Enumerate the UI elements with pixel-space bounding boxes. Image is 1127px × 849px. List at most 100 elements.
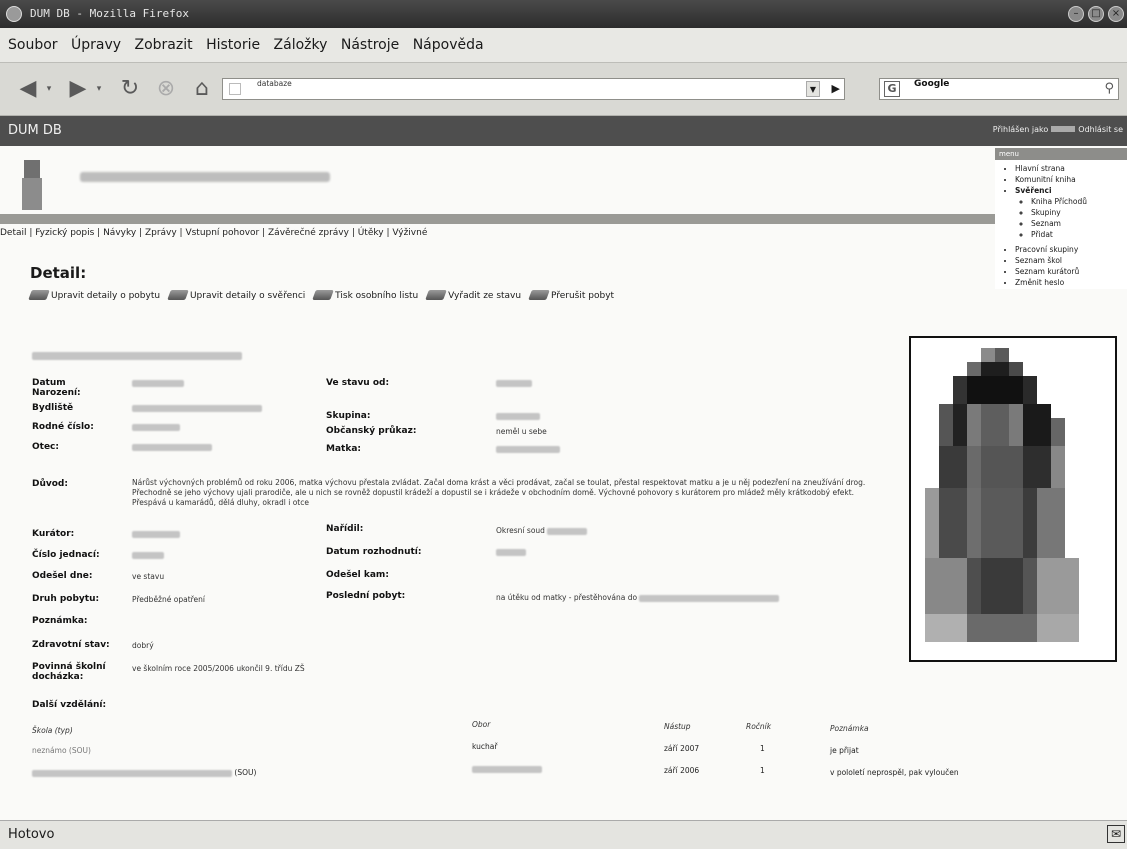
menu-item-seznam-skol[interactable]: Seznam škol: [1015, 256, 1127, 265]
label-matka: Matka:: [326, 444, 361, 454]
label-posledni-pobyt: Poslední pobyt:: [326, 591, 406, 601]
label-obcansky: Občanský průkaz:: [326, 426, 417, 436]
url-text[interactable]: databaze: [257, 79, 292, 89]
menu-nastroje[interactable]: Nástroje: [341, 37, 399, 53]
pencil-icon: [528, 290, 550, 300]
close-icon[interactable]: ×: [1108, 6, 1124, 22]
back-icon[interactable]: ◀: [14, 77, 42, 101]
search-icon[interactable]: ⚲: [1104, 79, 1114, 99]
edit-stay-button[interactable]: Upravit detaily o pobytu: [28, 290, 160, 301]
menu-item-pridat[interactable]: Přidat: [1031, 230, 1127, 239]
app-name[interactable]: DUM DB: [8, 123, 62, 138]
label-skupina: Skupina:: [326, 411, 371, 421]
page-title: Detail:: [30, 264, 87, 282]
menu-historie[interactable]: Historie: [206, 37, 260, 53]
tab-navigation[interactable]: Detail | Fyzický popis | Návyky | Zprávy…: [0, 228, 427, 238]
page-favicon: [229, 83, 241, 95]
header-band: [0, 214, 1127, 224]
value-obcansky: neměl u sebe: [496, 427, 547, 436]
label-naridil: Nařídil:: [326, 524, 364, 534]
label-zdravotni-stav: Zdravotní stav:: [32, 640, 110, 650]
value-odesel-dne: ve stavu: [132, 572, 165, 581]
menu-item-zmenit-heslo[interactable]: Změnit heslo: [1015, 278, 1127, 287]
app-header: DUM DB Přihlášen jako Odhlásit se: [0, 116, 1127, 146]
cell-nastup: září 2007: [664, 744, 700, 753]
remove-button[interactable]: Vyřadit ze stavu: [425, 290, 521, 301]
search-engine-icon[interactable]: G: [884, 81, 900, 97]
value-naridil-text: Okresní soud: [496, 526, 545, 535]
menu-zalozky[interactable]: Záložky: [274, 37, 328, 53]
maximize-icon[interactable]: □: [1088, 6, 1104, 22]
menu-item-komunitni-kniha[interactable]: Komunitní kniha: [1015, 175, 1127, 184]
label-dalsi-vzdelani: Další vzdělání:: [32, 700, 107, 710]
forward-dropdown-icon[interactable]: ▾: [94, 77, 104, 101]
menu-item-seznam[interactable]: Seznam: [1031, 219, 1127, 228]
label-bydliste: Bydliště: [32, 403, 74, 413]
interrupt-stay-button[interactable]: Přerušit pobyt: [528, 290, 614, 301]
value-redacted: [132, 444, 212, 451]
column-header-obor: Obor: [472, 720, 491, 729]
url-bar[interactable]: databaze ▼ ▶: [222, 78, 845, 100]
column-header-rocnik: Ročník: [746, 722, 772, 731]
label-odesel-dne: Odešel dne:: [32, 571, 93, 581]
back-dropdown-icon[interactable]: ▾: [44, 77, 54, 101]
search-input[interactable]: G Google ⚲: [879, 78, 1119, 100]
login-info: Přihlášen jako Odhlásit se: [993, 125, 1123, 134]
printer-icon: [312, 290, 334, 300]
menu-item-hlavni-strana[interactable]: Hlavní strana: [1015, 164, 1127, 173]
label-datum-narozeni: Datum Narození:: [32, 378, 81, 398]
value-redacted: [496, 380, 532, 387]
home-icon[interactable]: ⌂: [188, 77, 216, 101]
value-redacted: [132, 424, 180, 431]
go-icon[interactable]: ▶: [832, 81, 840, 97]
firefox-icon: [6, 6, 22, 22]
print-sheet-label: Tisk osobního listu: [335, 291, 419, 301]
value-redacted: [472, 765, 542, 773]
reload-icon[interactable]: ↻: [116, 77, 144, 101]
pixelated-photo-image: [911, 338, 1115, 660]
cell-rocnik: 1: [760, 744, 765, 753]
logout-link[interactable]: Odhlásit se: [1078, 125, 1123, 134]
side-menu: menu Hlavní strana Komunitní kniha Svěře…: [995, 148, 1127, 289]
value-redacted: [132, 380, 184, 387]
window-title: DUM DB - Mozilla Firefox: [30, 7, 189, 20]
label-otec: Otec:: [32, 442, 59, 452]
menu-item-kniha-prichodu[interactable]: Kniha Příchodů: [1031, 197, 1127, 206]
menu-soubor[interactable]: Soubor: [8, 37, 58, 53]
menubar: Soubor Úpravy Zobrazit Historie Záložky …: [0, 28, 1127, 63]
column-header-skola: Škola (typ): [32, 726, 73, 735]
value-duvod: Nárůst výchovných problémů od roku 2006,…: [132, 478, 866, 507]
action-bar: Upravit detaily o pobytu Upravit detaily…: [28, 290, 620, 301]
person-name-redacted: [32, 352, 242, 360]
mail-icon[interactable]: ✉: [1107, 825, 1125, 843]
cell-obor: kuchař: [472, 742, 498, 751]
window-titlebar: DUM DB - Mozilla Firefox – □ ×: [0, 0, 1127, 28]
navigation-toolbar: ◀ ▾ ▶ ▾ ↻ ⊗ ⌂ databaze ▼ ▶ G Google ⚲: [0, 63, 1127, 116]
menu-item-pracovni-skupiny[interactable]: Pracovní skupiny: [1015, 245, 1127, 254]
forward-icon[interactable]: ▶: [64, 77, 92, 101]
menu-napoveda[interactable]: Nápověda: [413, 37, 484, 53]
label-rodne-cislo: Rodné číslo:: [32, 422, 94, 432]
cell-nastup: září 2006: [664, 766, 700, 775]
menu-item-seznam-kuratoru[interactable]: Seznam kurátorů: [1015, 267, 1127, 276]
username-redacted: [1051, 126, 1076, 132]
label-poznamka: Poznámka:: [32, 616, 88, 626]
menu-item-sverenci[interactable]: Svěřenci Kniha Příchodů Skupiny Seznam P…: [1015, 186, 1127, 239]
edit-ward-label: Upravit detaily o svěřenci: [189, 291, 306, 301]
url-dropdown-icon[interactable]: ▼: [806, 81, 820, 97]
stop-icon[interactable]: ⊗: [152, 77, 180, 101]
cell-obor: [472, 764, 542, 773]
header-name-redacted: [80, 172, 330, 182]
status-bar: Hotovo ✉: [0, 820, 1127, 849]
menu-upravy[interactable]: Úpravy: [71, 37, 121, 53]
menu-item-skupiny[interactable]: Skupiny: [1031, 208, 1127, 217]
pencil-icon: [28, 290, 50, 300]
menu-zobrazit[interactable]: Zobrazit: [135, 37, 193, 53]
pencil-icon: [167, 290, 189, 300]
edit-ward-button[interactable]: Upravit detaily o svěřenci: [167, 290, 306, 301]
cell-poznamka: v pololetí neprospěl, pak vyloučen: [830, 768, 959, 777]
value-posledni-pobyt: na útěku od matky - přestěhována do: [496, 593, 780, 603]
print-sheet-button[interactable]: Tisk osobního listu: [312, 290, 419, 301]
label-druh-pobytu: Druh pobytu:: [32, 594, 100, 604]
minimize-icon[interactable]: –: [1068, 6, 1084, 22]
